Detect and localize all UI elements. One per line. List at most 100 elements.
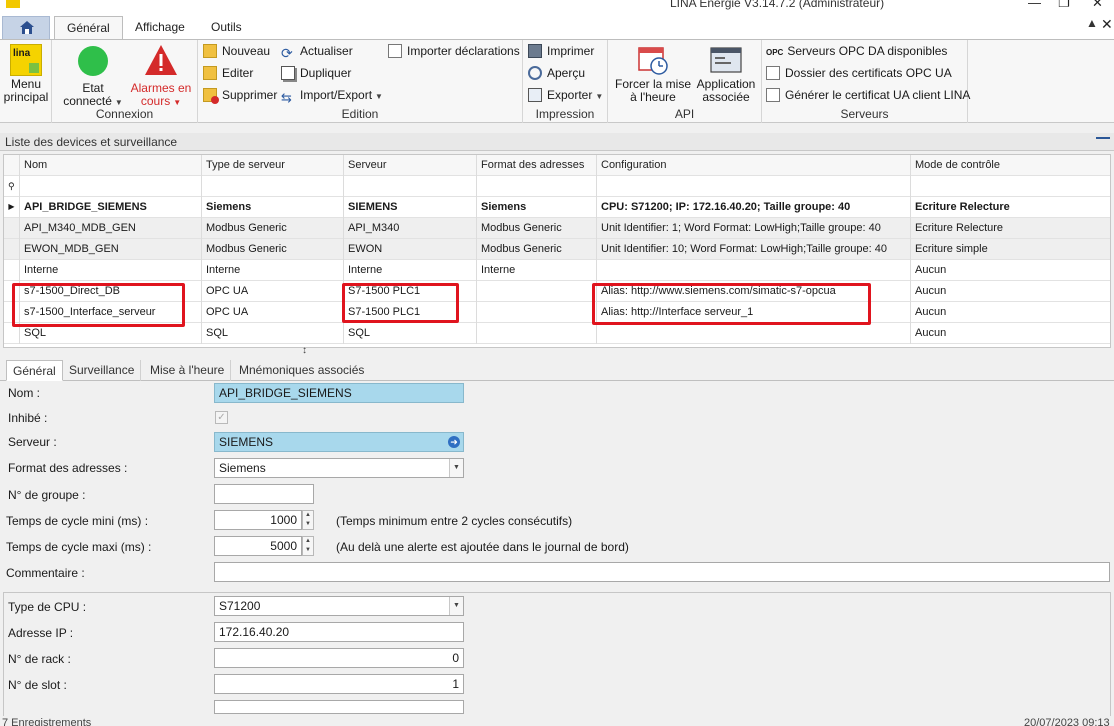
pin-icon[interactable]	[1096, 137, 1110, 141]
splitter-grip-icon[interactable]: ↕	[302, 345, 307, 356]
cell-configuration: Unit Identifier: 1; Word Format: LowHigh…	[597, 218, 911, 239]
row-indicator	[4, 239, 20, 260]
devices-section-header: Liste des devices et surveillance	[0, 133, 1114, 151]
cell-nom: API_M340_MDB_GEN	[20, 218, 202, 239]
groupe-field[interactable]	[214, 484, 314, 504]
cpu-label: Type de CPU :	[8, 600, 87, 614]
cell-serveur: SQL	[344, 323, 477, 344]
cycle-mini-field[interactable]: 1000	[214, 510, 302, 530]
nouveau-button[interactable]: Nouveau	[203, 44, 270, 62]
ip-field[interactable]: 172.16.40.20	[214, 622, 464, 642]
exporter-button[interactable]: Exporter ▼	[528, 88, 603, 106]
minimize-icon[interactable]: —	[1028, 0, 1041, 10]
devices-grid: Nom Type de serveur Serveur Format des a…	[3, 154, 1111, 348]
actualiser-button[interactable]: ⟳ Actualiser	[281, 44, 353, 62]
table-row[interactable]: EWON_MDB_GEN Modbus Generic EWON Modbus Gen…	[4, 239, 1110, 260]
tab-outils[interactable]: Outils	[199, 16, 254, 40]
refresh-icon: ⟳	[281, 45, 293, 61]
application-associee-button[interactable]: Application associée	[694, 44, 758, 104]
forcer-mise-a-heure-button[interactable]: Forcer la mise à l'heure	[612, 44, 694, 104]
chevron-down-icon[interactable]: ▼	[449, 459, 463, 477]
importer-declarations-button[interactable]: Importer déclarations	[388, 44, 520, 62]
go-to-server-icon[interactable]: ➜	[448, 436, 460, 448]
serveurs-opc-da-button[interactable]: OPC Serveurs OPC DA disponibles	[766, 44, 947, 62]
cpu-chevron-down-icon[interactable]: ▼	[449, 597, 463, 615]
filter-icon: ⚲	[4, 176, 20, 197]
column-header-type-serveur[interactable]: Type de serveur	[202, 155, 344, 176]
supprimer-button[interactable]: Supprimer	[203, 88, 277, 106]
dossier-certificats-button[interactable]: Dossier des certificats OPC UA	[766, 66, 952, 84]
records-count: 7 Enregistrements	[2, 717, 92, 726]
format-adresses-select[interactable]: Siemens ▼	[214, 458, 464, 478]
tab-detail-mise-a-heure[interactable]: Mise à l'heure	[144, 360, 232, 381]
column-header-configuration[interactable]: Configuration	[597, 155, 911, 176]
filter-serveur-input[interactable]	[344, 176, 477, 197]
etat-connecte-button[interactable]: Etat connecté ▼	[58, 44, 128, 109]
dupliquer-button[interactable]: Dupliquer	[281, 66, 351, 84]
commentaire-field[interactable]	[214, 562, 1110, 582]
close-icon[interactable]: ✕	[1092, 0, 1103, 11]
groupe-label: N° de groupe :	[8, 488, 86, 502]
cycle-mini-spinner[interactable]: ▲ ▼	[302, 510, 314, 530]
table-row[interactable]: ▶ API_BRIDGE_SIEMENS Siemens SIEMENS Siemens…	[4, 197, 1110, 218]
inhibe-checkbox[interactable]: ✓	[215, 411, 228, 424]
tab-detail-mnemoniques[interactable]: Mnémoniques associés	[233, 360, 370, 381]
filter-format-input[interactable]	[477, 176, 597, 197]
cycle-maxi-field[interactable]: 5000	[214, 536, 302, 556]
tab-affichage[interactable]: Affichage	[123, 16, 197, 40]
column-header-nom[interactable]: Nom	[20, 155, 202, 176]
table-row[interactable]: Interne Interne Interne Interne Aucun	[4, 260, 1110, 281]
rack-field[interactable]: 0	[214, 648, 464, 668]
menu-principal-button[interactable]: lina Menu principal	[3, 44, 49, 104]
imprimer-button[interactable]: Imprimer	[528, 44, 594, 62]
import-export-button[interactable]: ⇆ Import/Export ▼	[281, 88, 383, 106]
table-row[interactable]: s7-1500_Direct_DB OPC UA S7-1500 PLC1 Alias…	[4, 281, 1110, 302]
tab-detail-general[interactable]: Général	[6, 360, 63, 381]
certificate-icon	[766, 88, 780, 102]
commentaire-label: Commentaire :	[6, 566, 85, 580]
maximize-icon[interactable]: ❐	[1058, 0, 1070, 11]
cpu-select[interactable]: S71200 ▼	[214, 596, 464, 616]
nom-field[interactable]: API_BRIDGE_SIEMENS	[214, 383, 464, 403]
cell-format	[477, 302, 597, 323]
folder-delete-icon	[203, 88, 219, 104]
status-datetime: 20/07/2023 09:13	[1024, 717, 1110, 726]
application-window-icon	[710, 47, 742, 73]
column-header-mode[interactable]: Mode de contrôle	[911, 155, 1110, 176]
rack-label: N° de rack :	[8, 652, 71, 666]
table-row[interactable]: s7-1500_Interface_serveur OPC UA S7-1500 P…	[4, 302, 1110, 323]
tab-general[interactable]: Général	[54, 16, 123, 40]
ribbon-close-icon[interactable]: ✕	[1101, 16, 1113, 33]
cell-mode: Ecriture simple	[915, 243, 988, 255]
help-icon[interactable]: ▲	[1086, 16, 1098, 30]
home-icon	[20, 21, 34, 34]
group-api: Forcer la mise à l'heure Application ass…	[608, 40, 762, 123]
generer-certificat-button[interactable]: Générer le certificat UA client LINA	[766, 88, 970, 106]
splitter[interactable]	[0, 349, 1114, 357]
column-header-serveur[interactable]: Serveur	[344, 155, 477, 176]
filter-type-input[interactable]	[202, 176, 344, 197]
column-header-format[interactable]: Format des adresses	[477, 155, 597, 176]
home-button[interactable]	[2, 16, 50, 39]
cell-serveur: S7-1500 PLC1	[344, 281, 477, 302]
filter-nom-input[interactable]	[20, 176, 202, 197]
apercu-button[interactable]: Aperçu	[528, 66, 585, 84]
slot-field[interactable]: 1	[214, 674, 464, 694]
alarmes-en-cours-button[interactable]: Alarmes en cours ▼	[128, 44, 194, 109]
filter-mode-input[interactable]	[911, 176, 1110, 197]
table-row[interactable]: API_M340_MDB_GEN Modbus Generic API_M340 Mo…	[4, 218, 1110, 239]
device-specific-panel	[3, 592, 1111, 722]
certificate-folder-icon	[766, 66, 780, 80]
tab-detail-surveillance[interactable]: Surveillance	[63, 360, 142, 381]
table-row[interactable]: SQL SQL SQL Aucun	[4, 323, 1110, 344]
partial-field[interactable]	[214, 700, 464, 714]
ip-label: Adresse IP :	[8, 626, 74, 640]
cycle-maxi-hint: (Au delà une alerte est ajoutée dans le …	[336, 540, 629, 554]
cell-nom: EWON_MDB_GEN	[20, 239, 202, 260]
cell-nom: s7-1500_Interface_serveur	[20, 302, 202, 323]
editer-button[interactable]: Editer	[203, 66, 253, 84]
filter-config-input[interactable]	[597, 176, 911, 197]
serveur-field[interactable]: SIEMENS ➜	[214, 432, 464, 452]
cell-type: Modbus Generic	[202, 218, 344, 239]
cycle-maxi-spinner[interactable]: ▲ ▼	[302, 536, 314, 556]
